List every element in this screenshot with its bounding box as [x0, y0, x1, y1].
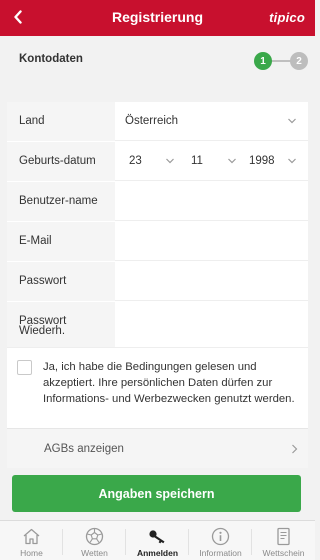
info-icon [211, 527, 230, 546]
chevron-down-icon [288, 158, 296, 164]
key-icon [149, 530, 165, 544]
country-row[interactable]: Land Österreich [7, 102, 308, 141]
chevron-down-icon [228, 158, 236, 164]
tab-wettschein[interactable]: Wettschein [252, 521, 315, 560]
email-row: E-Mail [7, 222, 308, 261]
consent-text: Ja, ich habe die Bedingungen gelesen und… [43, 361, 295, 405]
password-label: Passwort [19, 275, 67, 287]
password-repeat-label: Passwort Wiederh. [19, 315, 67, 337]
tab-label: Wetten [81, 548, 108, 558]
password-repeat-row: Passwort Wiederh. [7, 302, 308, 347]
consent-checkbox[interactable] [17, 360, 32, 375]
country-label: Land [19, 115, 45, 127]
birthdate-label: Geburts-datum [19, 155, 96, 167]
step-2-badge: 2 [290, 52, 308, 70]
section-title: Kontodaten [19, 53, 83, 65]
consent-row: Ja, ich habe die Bedingungen gelesen und… [7, 347, 308, 428]
tipico-logo: tipico [269, 10, 305, 25]
email-input[interactable] [115, 222, 308, 261]
birth-day-select[interactable]: 23 [115, 142, 179, 181]
birth-month-value: 11 [191, 155, 203, 167]
tab-label: Anmelden [136, 548, 179, 558]
password-input[interactable] [115, 262, 308, 301]
home-icon [23, 528, 40, 545]
birth-month-select[interactable]: 11 [179, 142, 241, 181]
email-label: E-Mail [19, 235, 52, 247]
bottom-tab-bar: Home Wetten Anmelden Information Wettsch… [0, 520, 315, 560]
tab-label: Wettschein [262, 548, 305, 558]
chevron-right-icon [292, 444, 298, 454]
country-value: Österreich [125, 115, 179, 127]
step-1-badge: 1 [254, 52, 272, 70]
username-row: Benutzer-name [7, 182, 308, 221]
chevron-down-icon [288, 118, 296, 124]
birth-day-value: 23 [129, 155, 142, 167]
registration-form: Land Österreich Geburts-datum 23 11 1998… [7, 102, 308, 347]
chevron-down-icon [166, 158, 174, 164]
tab-anmelden[interactable]: Anmelden [126, 521, 189, 560]
agb-link[interactable]: AGBs anzeigen [7, 428, 308, 468]
page-title: Registrierung [111, 9, 203, 25]
birthdate-row: Geburts-datum 23 11 1998 [7, 142, 308, 181]
username-input[interactable] [115, 182, 308, 221]
username-label: Benutzer-name [19, 195, 98, 207]
step-indicator: 1 2 [254, 52, 308, 70]
app-header: Registrierung tipico [0, 0, 315, 36]
tab-information[interactable]: Information [189, 521, 252, 560]
birthdate-selects: 23 11 1998 [115, 142, 308, 181]
save-button[interactable]: Angaben speichern [12, 475, 301, 512]
tab-label: Home [20, 548, 43, 558]
tab-wetten[interactable]: Wetten [63, 521, 126, 560]
password-row: Passwort [7, 262, 308, 301]
soccer-ball-icon [85, 527, 104, 546]
password-repeat-input[interactable] [115, 302, 308, 347]
betslip-icon [277, 527, 290, 546]
country-select[interactable]: Österreich [115, 102, 308, 141]
agb-label: AGBs anzeigen [44, 443, 124, 455]
tab-label: Information [199, 548, 242, 558]
birth-year-select[interactable]: 1998 [241, 142, 308, 181]
tab-home[interactable]: Home [0, 521, 63, 560]
birth-year-value: 1998 [249, 155, 275, 167]
